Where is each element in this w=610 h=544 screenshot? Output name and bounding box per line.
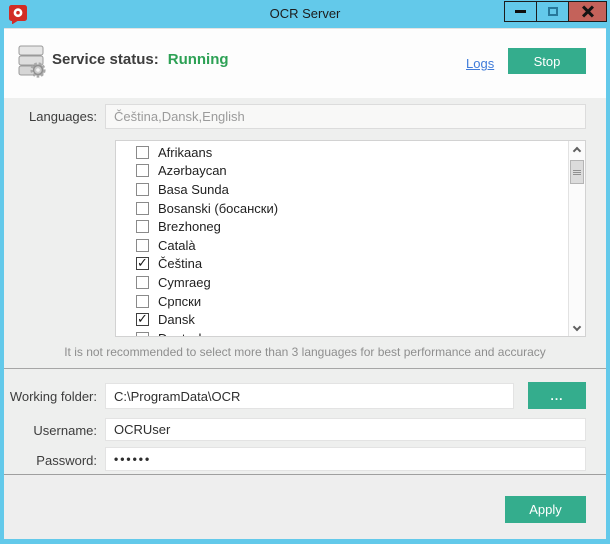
language-item[interactable]: Afrikaans <box>116 143 567 162</box>
language-item[interactable]: Bosanski (босански) <box>116 199 567 218</box>
scrollbar-grip-icon <box>573 170 581 175</box>
service-status-line: Service status: Running <box>52 51 229 68</box>
checkbox-unchecked-icon[interactable] <box>136 183 149 196</box>
service-status-label: Service status: <box>52 51 159 68</box>
checkbox-unchecked-icon[interactable] <box>136 332 149 336</box>
working-folder-field[interactable] <box>105 383 514 409</box>
languages-label: Languages: <box>4 109 97 124</box>
checkbox-unchecked-icon[interactable] <box>136 276 149 289</box>
language-list: Afrikaans Azərbaycan Basa Sunda Bosanski (б… <box>115 140 586 337</box>
language-item[interactable]: Brezhoneg <box>116 217 567 236</box>
window-content: Service status: Running Logs Stop Languag… <box>4 28 606 538</box>
language-item[interactable]: Српски <box>116 292 567 311</box>
languages-summary-field[interactable] <box>105 104 586 129</box>
browse-button[interactable]: ... <box>528 382 586 409</box>
stop-button[interactable]: Stop <box>508 48 586 74</box>
language-item[interactable]: Cymraeg <box>116 273 567 292</box>
ocr-server-window: OCR Server <box>0 0 610 544</box>
minimize-icon <box>515 10 526 13</box>
checkbox-unchecked-icon[interactable] <box>136 202 149 215</box>
checkbox-unchecked-icon[interactable] <box>136 220 149 233</box>
language-name: Čeština <box>158 256 202 271</box>
password-field[interactable] <box>105 447 586 471</box>
scrollbar-thumb[interactable] <box>570 160 584 184</box>
language-list-items: Afrikaans Azərbaycan Basa Sunda Bosanski (б… <box>116 143 567 336</box>
chevron-up-icon <box>573 146 581 154</box>
language-name: Српски <box>158 294 201 309</box>
chevron-down-icon <box>573 322 581 330</box>
language-name: Dansk <box>158 312 195 327</box>
language-name: Deutsch <box>158 331 206 336</box>
language-item[interactable]: Català <box>116 236 567 255</box>
apply-button[interactable]: Apply <box>505 496 586 523</box>
language-item[interactable]: ✓ Čeština <box>116 255 567 274</box>
footer-section: Apply <box>4 474 606 539</box>
service-status-value: Running <box>168 51 229 68</box>
password-label: Password: <box>4 453 97 468</box>
language-name: Brezhoneg <box>158 219 221 234</box>
checkbox-checked-icon[interactable]: ✓ <box>136 257 149 270</box>
settings-section: Working folder: ... Username: Password: <box>4 369 606 474</box>
checkbox-unchecked-icon[interactable] <box>136 164 149 177</box>
language-name: Afrikaans <box>158 145 212 160</box>
username-field[interactable] <box>105 418 586 441</box>
close-button[interactable] <box>568 1 607 22</box>
languages-note: It is not recommended to select more tha… <box>4 345 606 359</box>
scroll-down-button[interactable] <box>569 319 585 336</box>
scroll-up-button[interactable] <box>569 141 585 158</box>
server-gear-icon <box>16 44 48 80</box>
checkbox-unchecked-icon[interactable] <box>136 239 149 252</box>
language-name: Cymraeg <box>158 275 211 290</box>
checkbox-unchecked-icon[interactable] <box>136 295 149 308</box>
logs-link[interactable]: Logs <box>466 56 494 71</box>
username-label: Username: <box>4 423 97 438</box>
language-item[interactable]: ✓ Dansk <box>116 310 567 329</box>
language-name: Català <box>158 238 196 253</box>
language-list-scrollbar[interactable] <box>568 141 585 336</box>
language-item[interactable]: Basa Sunda <box>116 180 567 199</box>
maximize-icon <box>548 7 558 16</box>
titlebar: OCR Server <box>0 0 610 28</box>
close-icon <box>581 5 595 19</box>
working-folder-label: Working folder: <box>4 389 97 404</box>
language-item[interactable]: Azərbaycan <box>116 162 567 181</box>
checkbox-checked-icon[interactable]: ✓ <box>136 313 149 326</box>
language-name: Azərbaycan <box>158 163 227 178</box>
minimize-button[interactable] <box>504 1 537 22</box>
caption-buttons <box>505 1 607 22</box>
language-item[interactable]: Deutsch <box>116 329 567 336</box>
language-name: Bosanski (босански) <box>158 201 278 216</box>
status-section: Service status: Running Logs Stop <box>4 29 606 98</box>
maximize-button[interactable] <box>536 1 569 22</box>
checkbox-unchecked-icon[interactable] <box>136 146 149 159</box>
languages-section: Languages: Afrikaans Azərbaycan Basa Sunda… <box>4 98 606 369</box>
language-name: Basa Sunda <box>158 182 229 197</box>
